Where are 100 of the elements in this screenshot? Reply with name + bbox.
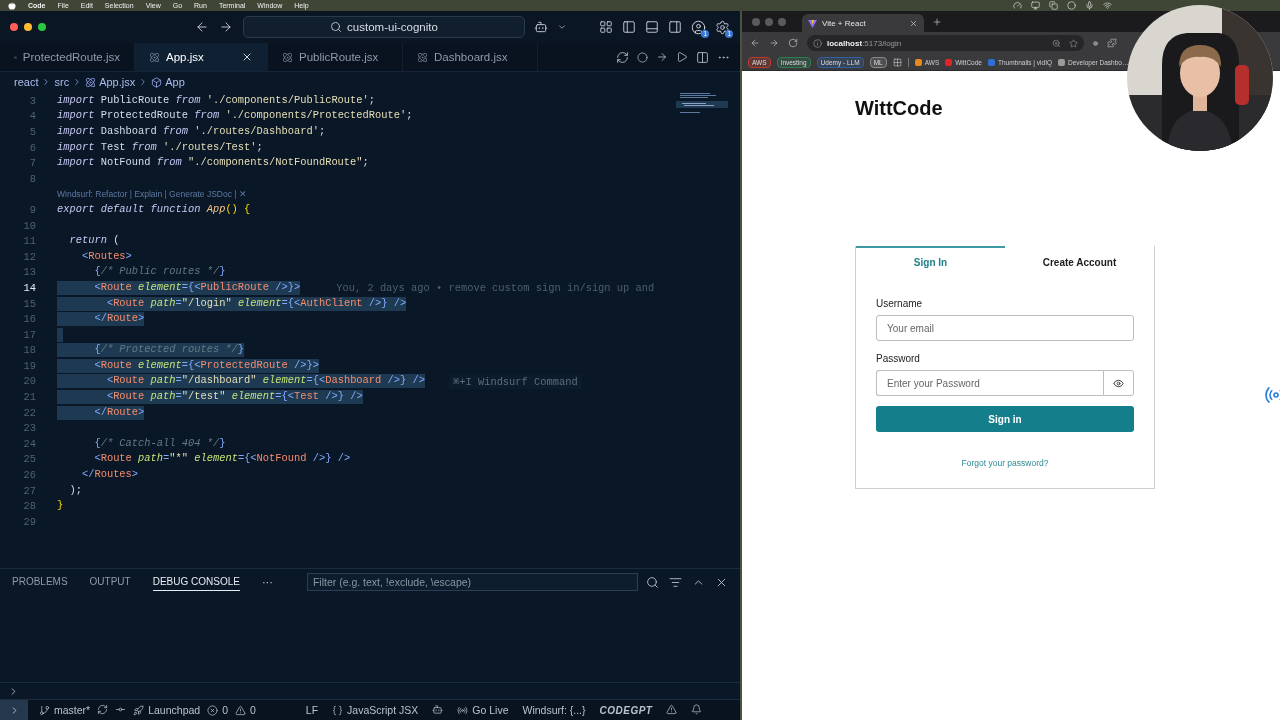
branch-status[interactable]: master*: [39, 704, 91, 716]
sidebar-toggle-icon[interactable]: [622, 20, 636, 34]
blame-annotation: You, 2 days ago • remove custom sign in/sign up and: [336, 281, 655, 294]
account-icon[interactable]: [691, 19, 706, 35]
layout-icon[interactable]: [599, 20, 613, 34]
info-icon: [813, 38, 822, 48]
chevron-down-icon[interactable]: [557, 22, 567, 32]
clear-list-icon[interactable]: [669, 575, 682, 589]
line-number: 3: [28, 94, 36, 107]
breadcrumb[interactable]: react: [14, 76, 39, 88]
minimize-light[interactable]: [24, 23, 32, 31]
line-number: 18: [22, 344, 36, 357]
line-number: 24: [22, 437, 36, 450]
reload-icon[interactable]: [788, 38, 798, 48]
display-icon[interactable]: [1031, 1, 1040, 10]
warning-icon: [235, 704, 246, 716]
line-number: 8: [28, 172, 36, 185]
line-number: 22: [22, 406, 36, 419]
go-live-button[interactable]: Go Live: [457, 704, 509, 716]
warning-icon[interactable]: [666, 703, 678, 715]
file-tab[interactable]: App.jsx: [135, 43, 268, 71]
language-mode[interactable]: JavaScript JSX: [332, 704, 419, 716]
apps-grid-icon[interactable]: [892, 57, 902, 67]
breadcrumb[interactable]: App: [165, 76, 185, 88]
search-icon: [330, 21, 343, 33]
breadcrumb[interactable]: App.jsx: [99, 76, 136, 88]
next-change-icon[interactable]: [656, 51, 668, 63]
microphone-icon[interactable]: [1085, 1, 1094, 10]
field-label: Username: [876, 298, 924, 309]
line-number: 21: [22, 391, 36, 404]
sync-icon[interactable]: [97, 703, 109, 715]
line-number: 26: [22, 469, 36, 482]
breadcrumb[interactable]: src: [54, 76, 70, 88]
panel-tab[interactable]: PROBLEMS: [12, 573, 68, 591]
copilot-icon[interactable]: [432, 703, 444, 715]
errors-count[interactable]: 0: [207, 704, 228, 716]
status-item[interactable]: Windsurf: {...}: [522, 704, 586, 716]
line-number: 17: [22, 328, 36, 341]
panel-tab[interactable]: OUTPUT: [89, 573, 131, 591]
code-line: );: [68, 483, 82, 498]
line-number: 4: [28, 110, 36, 123]
line-number: 29: [22, 515, 36, 528]
react-icon: [85, 76, 97, 88]
panel-toggle-icon[interactable]: [645, 20, 659, 34]
password-field[interactable]: Enter your Password: [876, 370, 1103, 396]
close-light[interactable]: [10, 23, 18, 31]
line-number: 27: [22, 484, 36, 497]
launchpad-status[interactable]: Launchpad: [133, 704, 201, 716]
address-bar[interactable]: localhost:5173/login: [807, 35, 1084, 51]
dot-icon[interactable]: [1093, 40, 1098, 46]
back-arrow-icon[interactable]: [195, 20, 209, 34]
code-line: </Routes>: [80, 468, 139, 483]
more-button[interactable]: ···: [261, 576, 273, 588]
wifi-icon[interactable]: [1103, 1, 1112, 10]
code-line: import ProtectedRoute from './components/ProtectedRoute';: [57, 109, 413, 124]
browser-tab[interactable]: Vite + React: [802, 14, 924, 32]
apple-icon[interactable]: [8, 1, 16, 10]
extensions-icon[interactable]: [1107, 38, 1117, 48]
react-icon: [149, 51, 160, 63]
bell-icon[interactable]: [691, 703, 703, 715]
line-number: 10: [22, 219, 36, 232]
username-field[interactable]: Your email: [876, 315, 1134, 341]
code-line: import Test from './routes/Test';: [57, 140, 263, 155]
branch-icon: [39, 704, 50, 716]
code-lens[interactable]: Windsurf: Refactor | Explain | Generate JSDoc | ✕: [0, 186, 740, 203]
secondary-sidebar-icon[interactable]: [668, 20, 682, 34]
command-search[interactable]: custom-ui-cognito: [243, 16, 525, 38]
sign-in-button[interactable]: Sign in: [876, 406, 1134, 432]
new-tab-icon[interactable]: [932, 16, 942, 27]
line-number: 15: [22, 297, 36, 310]
star-icon[interactable]: [1069, 38, 1078, 48]
panel-tab[interactable]: DEBUG CONSOLE: [152, 573, 240, 591]
forward-arrow-icon[interactable]: [769, 38, 779, 48]
copilot-icon[interactable]: [534, 20, 548, 34]
line-number: 23: [22, 422, 36, 435]
close-icon[interactable]: [241, 51, 253, 63]
line-number: 14: [22, 281, 36, 294]
forgot-password-link[interactable]: Forgot your password?: [961, 458, 1049, 468]
split-editor-icon[interactable]: [696, 50, 709, 64]
codegpt-status[interactable]: CODEGPT: [599, 704, 653, 716]
zoom-light[interactable]: [38, 23, 46, 31]
close-light[interactable]: [752, 17, 760, 26]
filter-field[interactable]: Filter (e.g. text, !exclude, \escape): [306, 573, 638, 591]
back-arrow-icon[interactable]: [750, 38, 760, 48]
run-icon[interactable]: [676, 51, 688, 63]
warnings-count[interactable]: 0: [235, 704, 256, 716]
line-number: 28: [22, 500, 36, 513]
status-item[interactable]: LF: [305, 704, 319, 716]
show-password-button[interactable]: [1103, 370, 1134, 396]
line-number: 11: [22, 235, 36, 248]
settings-icon[interactable]: [715, 19, 730, 35]
code-line: <Route path="*" element={<NotFound />} />: [93, 452, 351, 467]
gauge-icon[interactable]: [1013, 1, 1022, 10]
code-line: export default function App() {: [57, 202, 251, 217]
field-label: Password: [876, 353, 921, 364]
line-number: 7: [28, 157, 36, 170]
circle-icon[interactable]: [637, 51, 648, 63]
search-icon[interactable]: [646, 575, 659, 589]
forward-arrow-icon[interactable]: [219, 20, 233, 34]
zoom-icon[interactable]: [1052, 38, 1061, 48]
